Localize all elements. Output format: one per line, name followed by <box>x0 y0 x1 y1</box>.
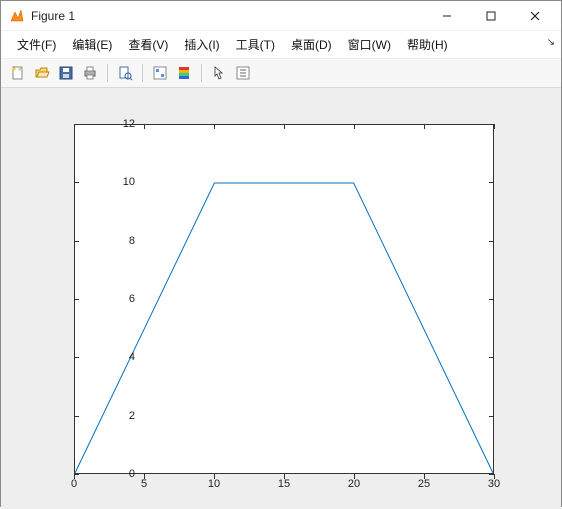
save-icon[interactable] <box>55 62 77 84</box>
axes[interactable] <box>74 124 494 474</box>
x-tick-label: 25 <box>418 478 430 490</box>
y-tick-label: 0 <box>105 468 135 480</box>
x-tick-label: 15 <box>278 478 290 490</box>
maximize-button[interactable] <box>469 2 513 30</box>
matlab-figure-icon <box>9 8 25 24</box>
menu-insert[interactable]: 插入(I) <box>176 34 227 55</box>
x-tick-label: 20 <box>348 478 360 490</box>
menu-window[interactable]: 窗口(W) <box>340 34 399 55</box>
title-bar: Figure 1 <box>1 1 561 31</box>
x-tick <box>214 124 215 129</box>
menu-view[interactable]: 查看(V) <box>120 34 176 55</box>
toolbar-overflow-icon[interactable]: ↘ <box>547 37 555 48</box>
y-tick-label: 4 <box>105 351 135 363</box>
window-title: Figure 1 <box>31 9 75 23</box>
x-tick <box>354 124 355 129</box>
line-plot <box>75 125 493 473</box>
y-tick <box>74 357 79 358</box>
figure-canvas[interactable]: 024681012051015202530 <box>1 88 561 509</box>
print-icon[interactable] <box>79 62 101 84</box>
minimize-button[interactable] <box>425 2 469 30</box>
y-tick <box>74 182 79 183</box>
menu-desktop[interactable]: 桌面(D) <box>283 34 340 55</box>
x-tick-label: 30 <box>488 478 500 490</box>
y-tick <box>74 416 79 417</box>
print-preview-icon[interactable] <box>114 62 136 84</box>
x-tick <box>494 124 495 129</box>
y-tick-label: 12 <box>105 118 135 130</box>
y-tick <box>489 182 494 183</box>
menu-bar: 文件(F) 编辑(E) 查看(V) 插入(I) 工具(T) 桌面(D) 窗口(W… <box>1 31 561 59</box>
y-tick <box>489 357 494 358</box>
arrow-icon[interactable] <box>208 62 230 84</box>
toolbar <box>1 59 561 88</box>
y-tick <box>74 241 79 242</box>
open-icon[interactable] <box>31 62 53 84</box>
colorbar-icon[interactable] <box>173 62 195 84</box>
y-tick-label: 10 <box>105 176 135 188</box>
x-tick-label: 0 <box>71 478 77 490</box>
y-tick <box>74 299 79 300</box>
y-tick-label: 2 <box>105 410 135 422</box>
x-tick <box>74 124 75 129</box>
y-tick-label: 6 <box>105 293 135 305</box>
y-tick <box>489 241 494 242</box>
menu-file[interactable]: 文件(F) <box>9 34 64 55</box>
insert-icon[interactable] <box>232 62 254 84</box>
x-tick-label: 10 <box>208 478 220 490</box>
menu-edit[interactable]: 编辑(E) <box>64 34 120 55</box>
menu-help[interactable]: 帮助(H) <box>399 34 456 55</box>
x-tick <box>284 124 285 129</box>
y-tick <box>489 299 494 300</box>
x-tick <box>424 124 425 129</box>
new-figure-icon[interactable] <box>7 62 29 84</box>
menu-tools[interactable]: 工具(T) <box>228 34 283 55</box>
close-button[interactable] <box>513 2 557 30</box>
data-cursor-icon[interactable] <box>149 62 171 84</box>
y-tick-label: 8 <box>105 235 135 247</box>
y-tick <box>489 416 494 417</box>
x-tick <box>144 124 145 129</box>
x-tick-label: 5 <box>141 478 147 490</box>
